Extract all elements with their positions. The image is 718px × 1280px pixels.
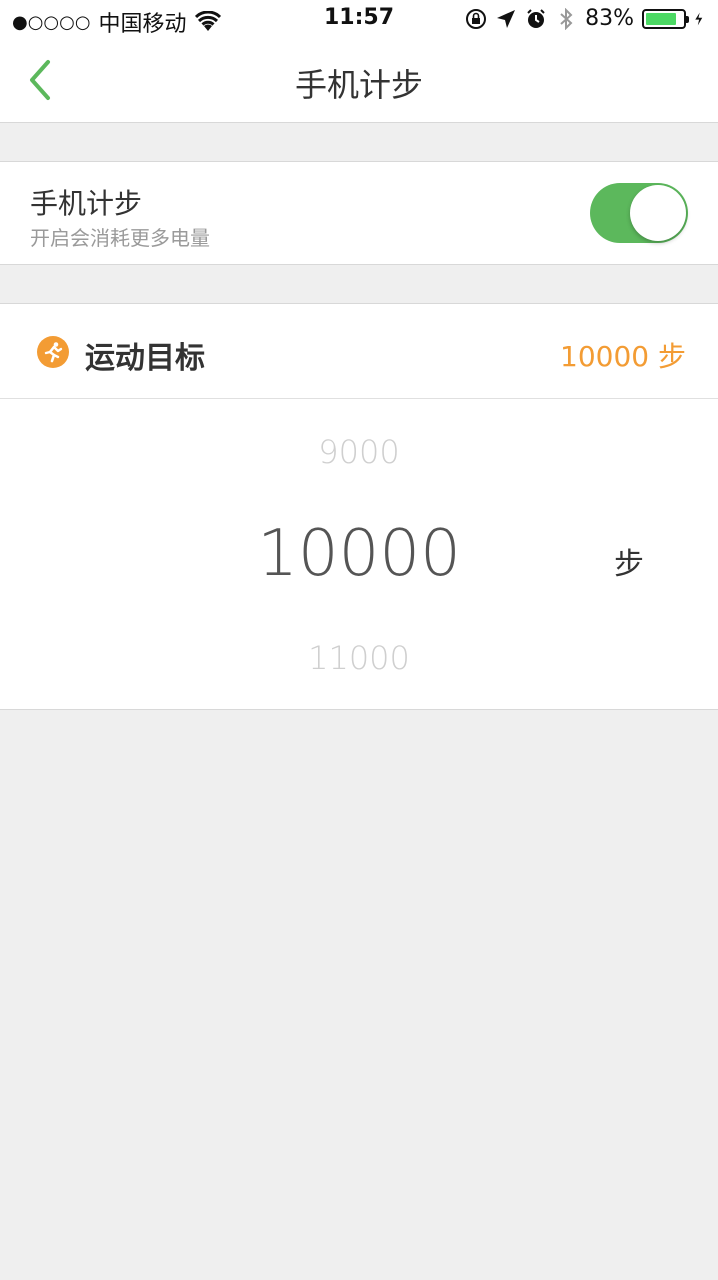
goal-label: 运动目标 [85, 341, 205, 376]
status-right: 83% [465, 6, 708, 31]
step-counter-toggle[interactable] [590, 183, 688, 243]
alarm-icon [527, 8, 545, 28]
goal-value: 10000 步 [560, 340, 686, 373]
picker-unit-label: 步 [614, 547, 644, 582]
page-title: 手机计步 [294, 66, 423, 104]
rotation-lock-icon [466, 8, 487, 29]
charging-icon [695, 12, 703, 25]
step-goal-picker[interactable]: 9000 10000 11000 步 [0, 399, 718, 711]
bluetooth-icon [560, 7, 573, 30]
step-counter-title: 手机计步 [30, 187, 143, 220]
step-counter-section: 手机计步 开启会消耗更多电量 [0, 161, 718, 265]
picker-option-prev[interactable]: 9000 [0, 433, 718, 471]
toggle-knob [630, 185, 686, 241]
step-counter-subtitle: 开启会消耗更多电量 [30, 226, 210, 250]
location-icon [497, 9, 516, 28]
picker-option-selected[interactable]: 10000 [0, 517, 718, 591]
battery-percentage: 83% [585, 6, 634, 31]
battery-level [646, 12, 676, 25]
battery-icon [642, 8, 689, 29]
status-bar: ●○○○○ 中国移动 11:57 83% [0, 0, 718, 40]
goal-section: 运动目标 10000 步 9000 10000 11000 步 [0, 303, 718, 710]
nav-bar: 手机计步 [0, 40, 718, 123]
picker-option-next[interactable]: 11000 [0, 639, 718, 677]
running-person-icon [37, 336, 69, 368]
goal-row[interactable]: 运动目标 10000 步 [0, 304, 718, 399]
